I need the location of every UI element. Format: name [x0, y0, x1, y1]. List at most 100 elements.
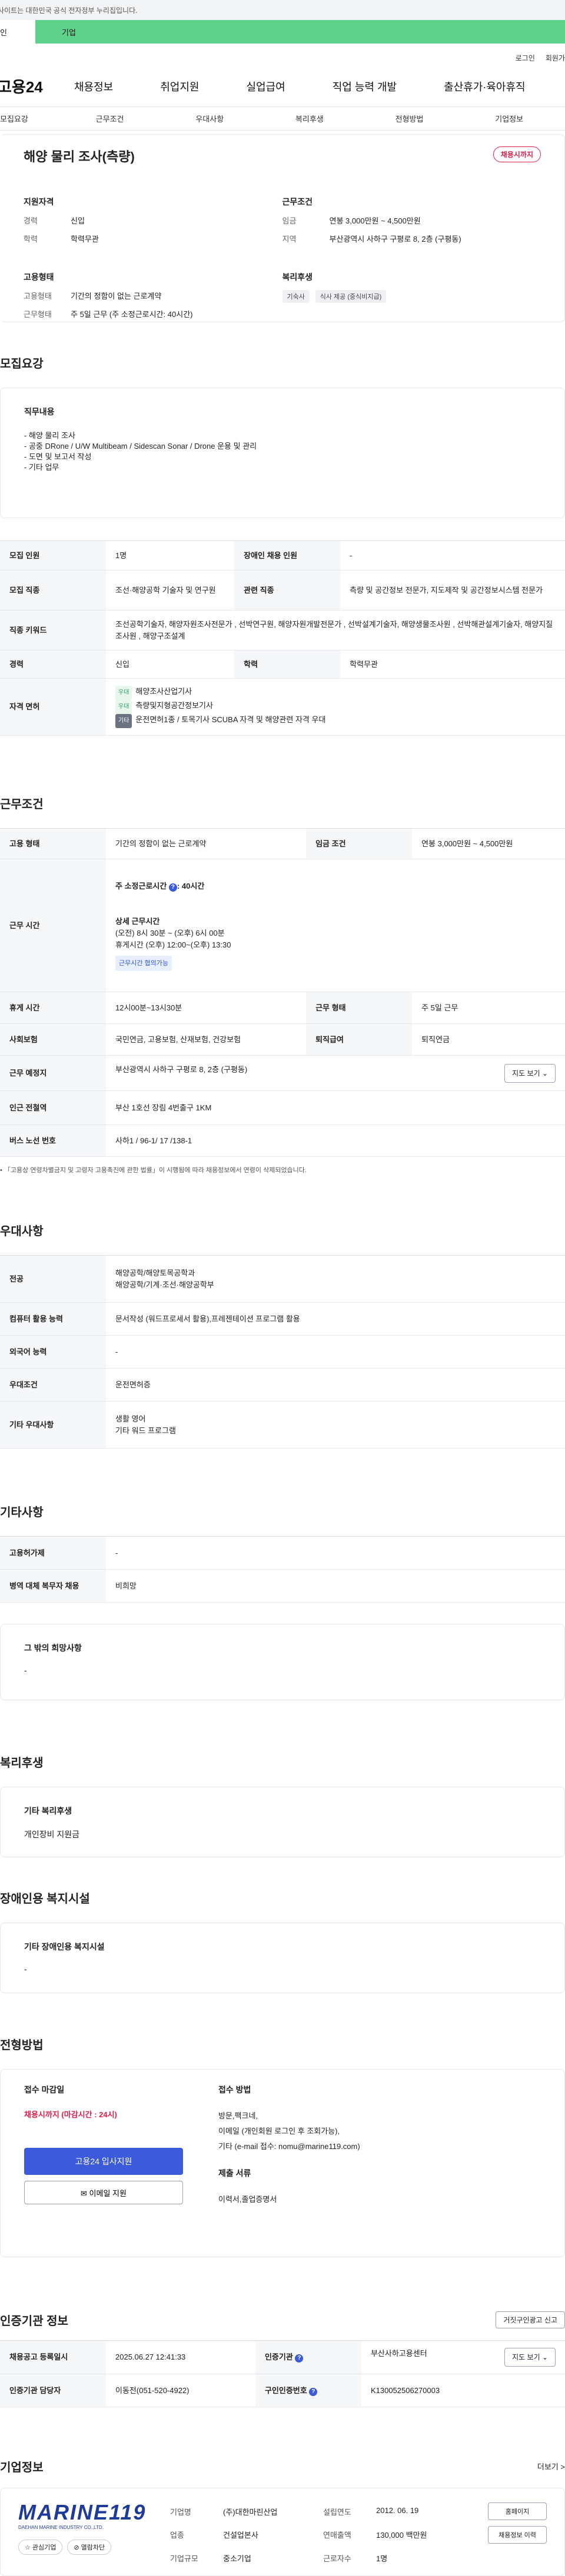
deadline-title: 접수 마감일: [24, 2085, 65, 2094]
value: 조선공학기술자, 해양자원조사전문가 , 선박연구원, 해양자원개발전문가 , …: [106, 610, 565, 650]
apply-button[interactable]: 고용24 입사지원: [24, 2148, 183, 2175]
label: 전공: [0, 1255, 106, 1303]
value: 신입: [71, 216, 85, 225]
label: 설립연도: [323, 2508, 351, 2517]
age-notice: • 「고용상 연령차별금지 및 고령자 고용촉진에 관한 법률」이 시행됨에 따…: [0, 1167, 307, 1174]
label: 인근 전철역: [0, 1090, 106, 1125]
label: 경력: [0, 650, 106, 679]
job-title: 해양 물리 조사(측량): [24, 149, 135, 164]
welfare-chip: 식사 제공 (중식비지급): [315, 290, 387, 303]
label: 임금 조건: [306, 828, 413, 859]
label: 모집 인원: [0, 540, 106, 570]
join-link[interactable]: 회원가: [546, 53, 565, 63]
label: 업종: [170, 2531, 184, 2540]
agency-map-button[interactable]: 지도 보기 ⌄: [504, 2348, 556, 2367]
license-tag: 우대: [115, 700, 132, 714]
value: 부산광역시 사하구 구평로 8, 2층 (구평동): [115, 1065, 248, 1074]
duty-line: - 공중 DRone / U/W Multibeam / Sidescan So…: [24, 442, 257, 451]
value: -: [106, 1536, 565, 1570]
homepage-button[interactable]: 홈페이지: [488, 2502, 547, 2520]
anchor-pref[interactable]: 우대사항: [159, 113, 260, 124]
anchor-welfare[interactable]: 복리후생: [260, 113, 360, 124]
deadline-value: 채용시까지 (마감시간 : 24시): [24, 2110, 117, 2119]
label: 경력: [24, 216, 38, 225]
anchor-apply[interactable]: 전형방법: [360, 113, 460, 124]
favorite-corp-button[interactable]: ☆ 관심기업: [18, 2540, 63, 2555]
docs-title: 제출 서류: [218, 2168, 251, 2178]
label: 고용허가제: [0, 1536, 106, 1570]
main-nav: 고용24 채용정보 취업지원 실업급여 직업 능력 개발 출산휴가·육아휴직: [0, 66, 565, 107]
value: 기타 워드 프로그램: [115, 1426, 176, 1435]
value: 퇴직연금: [412, 1023, 565, 1056]
welfare-chip: 기숙사: [282, 290, 310, 303]
docs-value: 이력서,졸업증명서: [218, 2195, 277, 2204]
value: 12시00분~13시30분: [106, 992, 307, 1024]
label: 채용공고 등록일시: [0, 2340, 106, 2374]
report-fake-ad-button[interactable]: 거짓구인광고 신고: [496, 2311, 565, 2328]
anchor-recruit[interactable]: 모집요강: [0, 113, 60, 124]
flex-hours-tag: 근무시간 협의가능: [115, 955, 172, 971]
corp-logo: MARINE119 DAEHAN MARINE INDUSTRY CO.,LTD…: [18, 2500, 145, 2564]
section-title-agency: 인증기관 정보: [0, 2315, 68, 2328]
label: 관련 직종: [234, 570, 341, 610]
license-list: 우대 해양조사산업기사 우대 측량및지형공간정보기사 기타 운전면허1종 / 토목기사…: [106, 678, 565, 736]
value: 운전면허증: [106, 1368, 565, 1402]
info-icon[interactable]: ?: [309, 2387, 318, 2396]
apply-card: 접수 마감일 채용시까지 (마감시간 : 24시) 고용24 입사지원 ✉ 이메…: [0, 2069, 565, 2257]
anchor-corp[interactable]: 기업정보: [459, 113, 559, 124]
value: 측량 및 공간정보 전문가, 지도제작 및 공간정보시스템 전문가: [340, 570, 565, 610]
label: 근무 예정지: [0, 1055, 106, 1091]
member-type-tabs: 인 기업: [0, 20, 565, 44]
label: 근무 시간: [0, 859, 106, 992]
value: 비희망: [106, 1569, 565, 1603]
value: 연봉 3,000만원 ~ 4,500만원: [329, 216, 421, 225]
nav-parental-leave[interactable]: 출산휴가·육아휴직: [444, 79, 525, 94]
value: 2025.06.27 12:41:33: [106, 2340, 255, 2374]
section-title-welfare: 복리후생: [0, 1757, 44, 1770]
employment-block: 고용형태 고용형태 기간의 정함이 없는 근로계약 근무형태 주 5일 근무 (주 …: [24, 271, 282, 326]
label: 학력: [234, 650, 341, 679]
value: 기간의 정함이 없는 근로계약: [71, 292, 162, 301]
nav-jobs[interactable]: 채용정보: [74, 79, 113, 94]
value: 해양공학/해양토목공학과: [115, 1268, 195, 1277]
info-icon[interactable]: ?: [168, 883, 177, 892]
value: (주)대한마린산업: [223, 2508, 278, 2517]
corp-more-link[interactable]: 더보기 >: [537, 2461, 565, 2472]
qualification-block: 지원자격 경력 신입 학력 학력무관: [24, 196, 282, 251]
label: 고용형태: [24, 292, 52, 301]
value: 부산 1호선 장림 4번출구 1KM: [106, 1090, 565, 1125]
info-icon[interactable]: ?: [295, 2354, 304, 2363]
anchor-work[interactable]: 근무조건: [60, 113, 160, 124]
login-link[interactable]: 로그인: [516, 53, 535, 63]
label: 인증기관 담당자: [0, 2374, 106, 2407]
tab-corporate[interactable]: 기업: [35, 20, 118, 44]
label: 임금: [282, 216, 297, 225]
pref-table: 전공 해양공학/해양토목공학과 해양공학/기계·조선·해양공학부 컴퓨터 활용 능력…: [0, 1255, 565, 1449]
card-title: 기타 장애인용 복지시설: [24, 1942, 105, 1951]
corp-card: MARINE119 DAEHAN MARINE INDUSTRY CO.,LTD…: [0, 2488, 565, 2576]
site-logo[interactable]: 고용24: [0, 75, 68, 97]
license-tag: 우대: [115, 686, 132, 700]
job-history-button[interactable]: 채용정보 이력: [488, 2526, 547, 2544]
agency-table: 채용공고 등록일시 2025.06.27 12:41:33 인증기관 ? 부산사하고용…: [0, 2340, 565, 2407]
value: -: [340, 540, 565, 570]
label: 사회보험: [0, 1023, 106, 1056]
value: 1명: [376, 2554, 388, 2563]
value: 1명: [106, 540, 235, 570]
value: 생활 영어: [115, 1414, 146, 1423]
label: 구인인증번호: [264, 2385, 307, 2395]
email-apply-button[interactable]: ✉ 이메일 지원: [24, 2181, 183, 2204]
label: 근무형태: [24, 310, 52, 319]
label: 근무 형태: [306, 992, 413, 1024]
duty-line: - 도면 및 보고서 작성: [24, 452, 92, 461]
block-corp-button[interactable]: ⊘ 열람차단: [67, 2540, 112, 2555]
nav-unemployment-benefit[interactable]: 실업급여: [247, 79, 285, 94]
corp-info-grid: 기업명 (주)대한마린산업 설립연도 2012. 06. 19 업종 건설업본사 연매…: [170, 2506, 453, 2564]
value: 이동전(051-520-4922): [106, 2374, 255, 2407]
map-view-button[interactable]: 지도 보기 ⌄: [504, 1063, 556, 1083]
license-tag: 기타: [115, 714, 132, 728]
section-title-apply: 전형방법: [0, 2039, 44, 2052]
tab-personal[interactable]: 인: [0, 20, 35, 44]
nav-vocational-training[interactable]: 직업 능력 개발: [333, 79, 397, 94]
nav-employment-support[interactable]: 취업지원: [160, 79, 199, 94]
